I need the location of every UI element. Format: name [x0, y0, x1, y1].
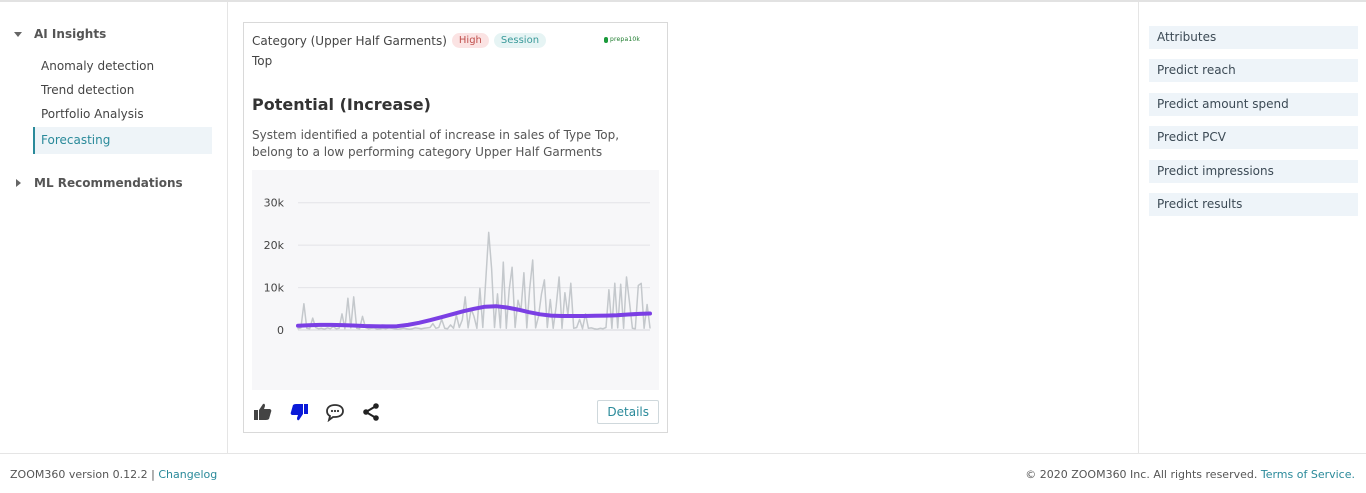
right-panel: Attributes Predict reach Predict amount …	[1138, 2, 1366, 453]
copyright-text: © 2020 ZOOM360 Inc. All rights reserved.	[1025, 468, 1258, 481]
footer-copyright: © 2020 ZOOM360 Inc. All rights reserved.…	[1025, 468, 1355, 481]
comment-icon[interactable]	[324, 401, 346, 423]
footer-separator: |	[151, 468, 155, 481]
predict-impressions-button[interactable]: Predict impressions	[1149, 160, 1358, 183]
chart-svg: 30k 20k 10k 0	[264, 197, 652, 337]
insight-description: System identified a potential of increas…	[252, 128, 620, 159]
y-tick-label: 30k	[264, 197, 285, 210]
chevron-right-icon	[16, 179, 21, 187]
thumbs-up-icon[interactable]	[252, 401, 274, 423]
sidebar-item-forecasting[interactable]: Forecasting	[33, 127, 212, 154]
y-tick-label: 20k	[264, 239, 285, 252]
insight-card: Category (Upper Half Garments) High Sess…	[243, 22, 668, 433]
sidebar-item-portfolio-analysis[interactable]: Portfolio Analysis	[33, 101, 212, 128]
sidebar-section-ml-recommendations[interactable]: ML Recommendations	[14, 176, 183, 190]
footer-version-info: ZOOM360 version 0.12.2 | Changelog	[10, 468, 217, 481]
attributes-button[interactable]: Attributes	[1149, 26, 1358, 49]
sidebar-item-trend-detection[interactable]: Trend detection	[33, 77, 212, 104]
footer: ZOOM360 version 0.12.2 | Changelog © 202…	[0, 453, 1366, 493]
priority-badge: High	[451, 33, 489, 48]
version-text: ZOOM360 version 0.12.2	[10, 468, 148, 481]
terms-link[interactable]: Terms of Service.	[1261, 468, 1355, 481]
insight-title: Potential (Increase)	[252, 95, 431, 114]
card-header: Category (Upper Half Garments) High Sess…	[252, 33, 547, 48]
predict-amount-spend-button[interactable]: Predict amount spend	[1149, 93, 1358, 116]
metric-badge: Session	[493, 33, 547, 48]
forecast-chart: 30k 20k 10k 0	[252, 170, 659, 390]
y-tick-label: 0	[277, 324, 284, 337]
sidebar-section-label: ML Recommendations	[34, 176, 183, 190]
predict-pcv-button[interactable]: Predict PCV	[1149, 126, 1358, 149]
sidebar-section-label: AI Insights	[34, 27, 107, 41]
card-actions	[252, 400, 396, 424]
sidebar-section-ai-insights[interactable]: AI Insights	[14, 27, 106, 41]
sidebar: AI Insights Anomaly detection Trend dete…	[0, 2, 228, 453]
type-label: Top	[252, 54, 273, 68]
predict-results-button[interactable]: Predict results	[1149, 193, 1358, 216]
thumbs-down-icon[interactable]	[288, 401, 310, 423]
details-button[interactable]: Details	[597, 400, 659, 424]
chevron-down-icon	[14, 31, 22, 37]
predict-reach-button[interactable]: Predict reach	[1149, 59, 1358, 82]
brand-logo: prepa10k	[604, 36, 640, 43]
category-label: Category (Upper Half Garments)	[252, 33, 447, 48]
changelog-link[interactable]: Changelog	[158, 468, 217, 481]
sidebar-item-anomaly-detection[interactable]: Anomaly detection	[33, 53, 212, 80]
y-tick-label: 10k	[264, 282, 285, 295]
share-icon[interactable]	[360, 401, 382, 423]
